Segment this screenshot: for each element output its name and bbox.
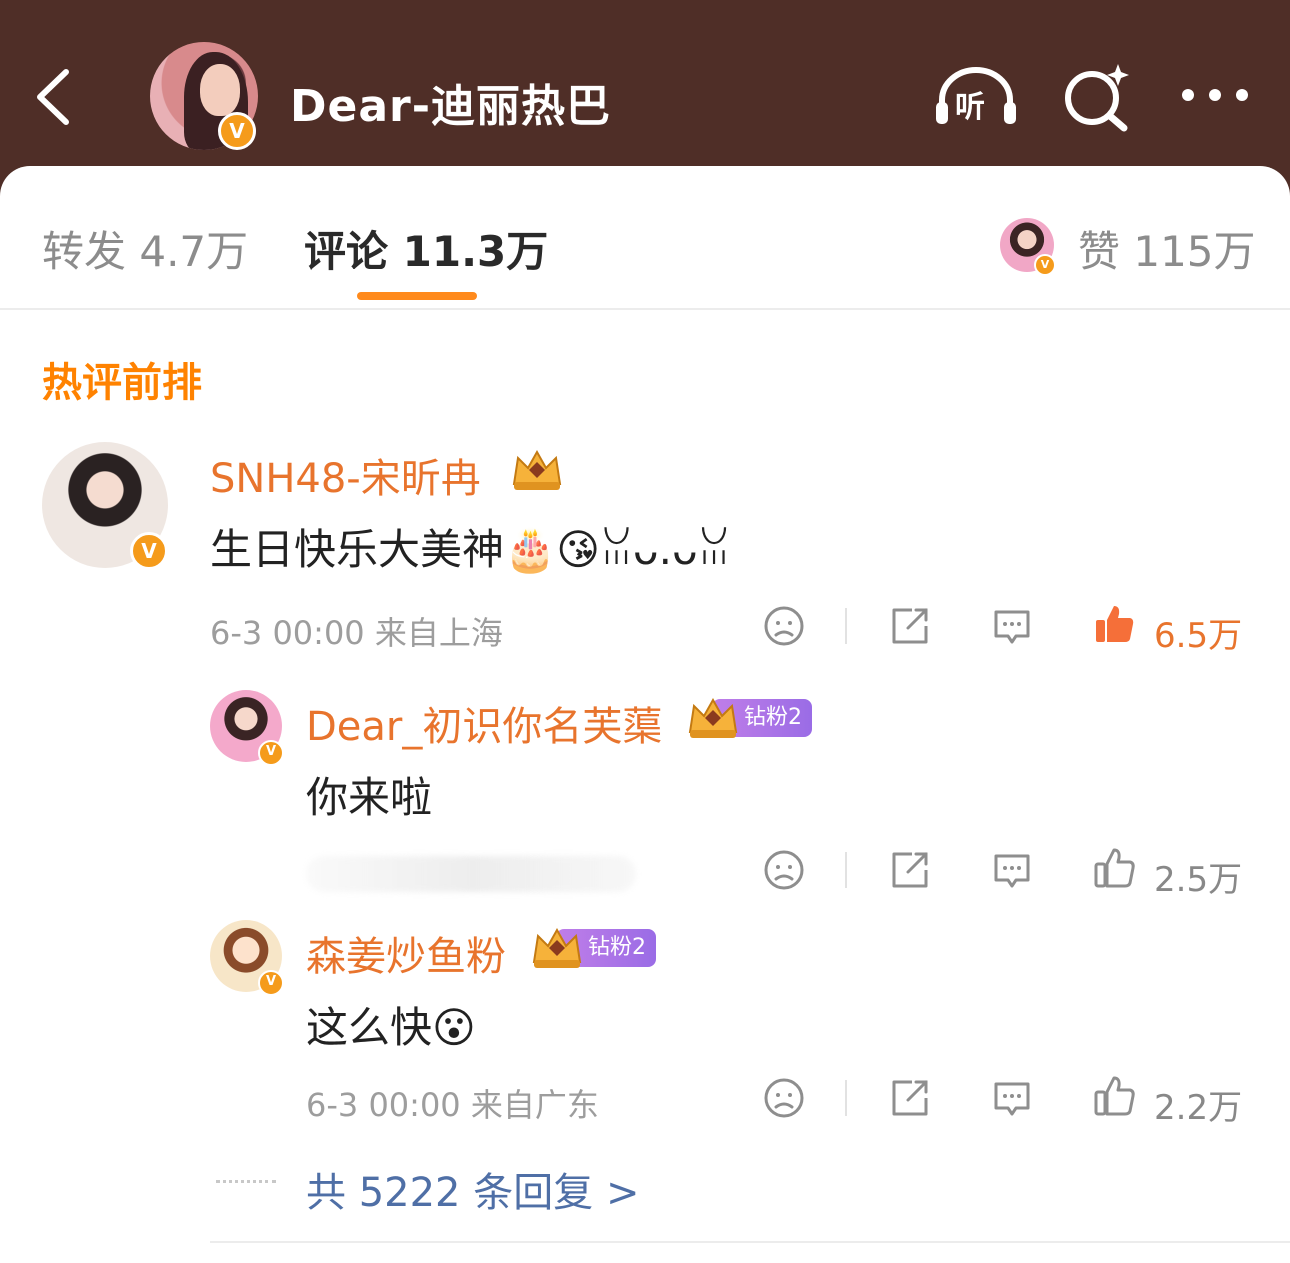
reply-bubble-icon[interactable] [990,604,1034,648]
share-icon[interactable] [888,848,932,892]
more-dots-icon [1182,89,1248,101]
dotted-separator [216,1180,276,1183]
crown-icon [532,927,582,968]
like-count: 6.5万 [1154,616,1243,656]
crown-icon [512,449,562,490]
chevron-left-icon [37,69,69,125]
top-bar: V Dear-迪丽热巴 听 [0,0,1290,190]
like-count: 2.5万 [1154,860,1243,900]
tab-likes[interactable]: 赞 115万 [1078,218,1256,279]
comment-meta: 6-3 00:00 来自上海 [210,614,503,652]
tab-repost[interactable]: 转发 4.7万 [42,218,248,279]
sparkle-search-icon [1065,64,1129,132]
divider [845,608,847,644]
verified-badge-icon: V [218,112,256,150]
like-count: 2.2万 [1154,1088,1243,1128]
share-icon[interactable] [888,1076,932,1120]
verified-badge-icon: V [1034,254,1056,276]
dislike-face-icon[interactable] [762,848,806,892]
reply-bubble-icon[interactable] [990,1076,1034,1120]
thumbs-up-icon[interactable] [1092,846,1136,890]
divider [210,1241,1290,1243]
page-title[interactable]: Dear-迪丽热巴 [290,70,611,134]
active-tab-indicator [357,292,477,300]
more-button[interactable] [1176,80,1254,110]
comment-username[interactable]: SNH48-宋昕冉 [210,446,481,504]
comment-text: 生日快乐大美神🎂😘ꈍᴗ.ᴗꈍ [210,525,731,574]
reply-username[interactable]: 森姜炒鱼粉 [306,924,506,982]
dislike-face-icon[interactable] [762,1076,806,1120]
back-button[interactable] [28,62,88,132]
verified-badge-icon: V [258,740,284,766]
reply-bubble-icon[interactable] [990,848,1034,892]
search-button[interactable] [1060,60,1132,132]
reply-text: 这么快😮 [306,1003,476,1052]
reply-username[interactable]: Dear_初识你名芙蕖 [306,694,662,752]
blurred-meta [306,856,636,892]
share-icon[interactable] [888,604,932,648]
dislike-face-icon[interactable] [762,604,806,648]
thumbs-up-icon[interactable] [1092,1074,1136,1118]
tab-comments[interactable]: 评论 11.3万 [304,218,548,279]
view-all-replies-link[interactable]: 共 5222 条回复 > [306,1160,639,1218]
listen-button[interactable]: 听 [932,60,1020,132]
verified-badge-icon: V [258,970,284,996]
hot-comments-title: 热评前排 [42,360,202,406]
crown-icon [688,697,738,738]
divider [845,852,847,888]
thumbs-up-icon[interactable] [1092,602,1136,646]
divider [845,1080,847,1116]
listen-label: 听 [955,90,985,125]
tab-bar: 转发 4.7万 评论 11.3万 V 赞 115万 [0,166,1290,310]
verified-badge-icon: V [130,532,168,570]
reply-text: 你来啦 [306,773,433,822]
reply-meta: 6-3 00:00 来自广东 [306,1086,599,1124]
comments-panel: 转发 4.7万 评论 11.3万 V 赞 115万 热评前排 V SNH48-宋… [0,166,1290,1263]
